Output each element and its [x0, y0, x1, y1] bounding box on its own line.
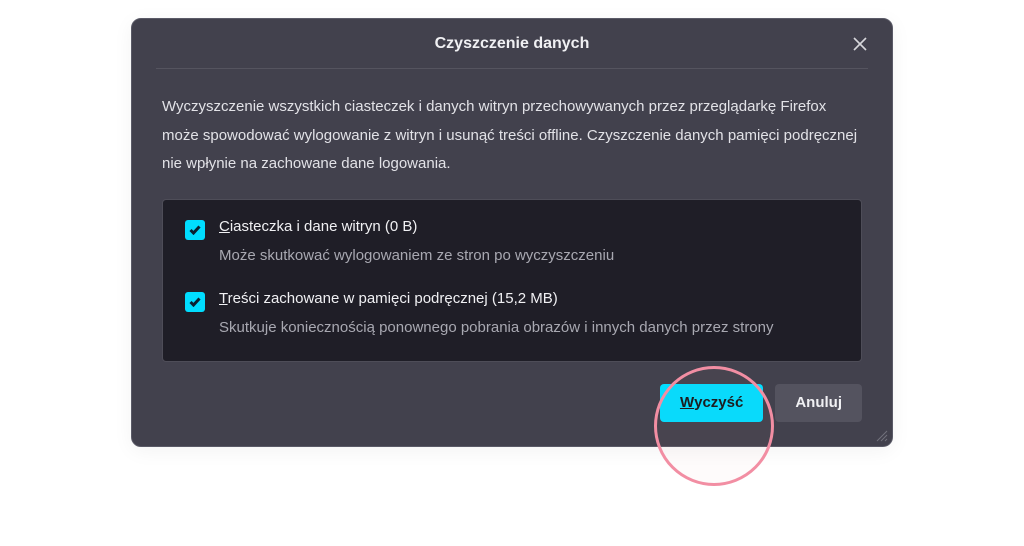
checkbox-cookies[interactable] [185, 220, 205, 240]
checkmark-icon [189, 225, 201, 235]
options-panel: Ciasteczka i dane witryn (0 B) Może skut… [162, 199, 862, 362]
option-cache-label[interactable]: Treści zachowane w pamięci podręcznej (1… [219, 290, 774, 307]
dialog-titlebar: Czyszczenie danych [156, 19, 868, 69]
dialog-actions: Wyczyść Anuluj [132, 362, 892, 446]
option-cookies-label[interactable]: Ciasteczka i dane witryn (0 B) [219, 218, 614, 235]
option-cookies-text: Ciasteczka i dane witryn (0 B) Może skut… [219, 218, 614, 269]
checkbox-cache[interactable] [185, 292, 205, 312]
resize-grip[interactable] [874, 428, 888, 442]
option-cookies-sub: Może skutkować wylogowaniem ze stron po … [219, 243, 614, 269]
option-cookies: Ciasteczka i dane witryn (0 B) Może skut… [185, 218, 839, 269]
close-button[interactable] [846, 30, 874, 58]
option-cache-text: Treści zachowane w pamięci podręcznej (1… [219, 290, 774, 341]
clear-button[interactable]: Wyczyść [660, 384, 763, 422]
option-cache: Treści zachowane w pamięci podręcznej (1… [185, 290, 839, 341]
dialog-body: Wyczyszczenie wszystkich ciasteczek i da… [132, 69, 892, 362]
option-cache-sub: Skutkuje koniecznością ponownego pobrani… [219, 315, 774, 341]
close-icon [853, 37, 867, 51]
clear-data-dialog: Czyszczenie danych Wyczyszczenie wszystk… [131, 18, 893, 447]
cancel-button[interactable]: Anuluj [775, 384, 862, 422]
checkmark-icon [189, 297, 201, 307]
dialog-title: Czyszczenie danych [435, 35, 590, 53]
dialog-description: Wyczyszczenie wszystkich ciasteczek i da… [162, 93, 862, 179]
